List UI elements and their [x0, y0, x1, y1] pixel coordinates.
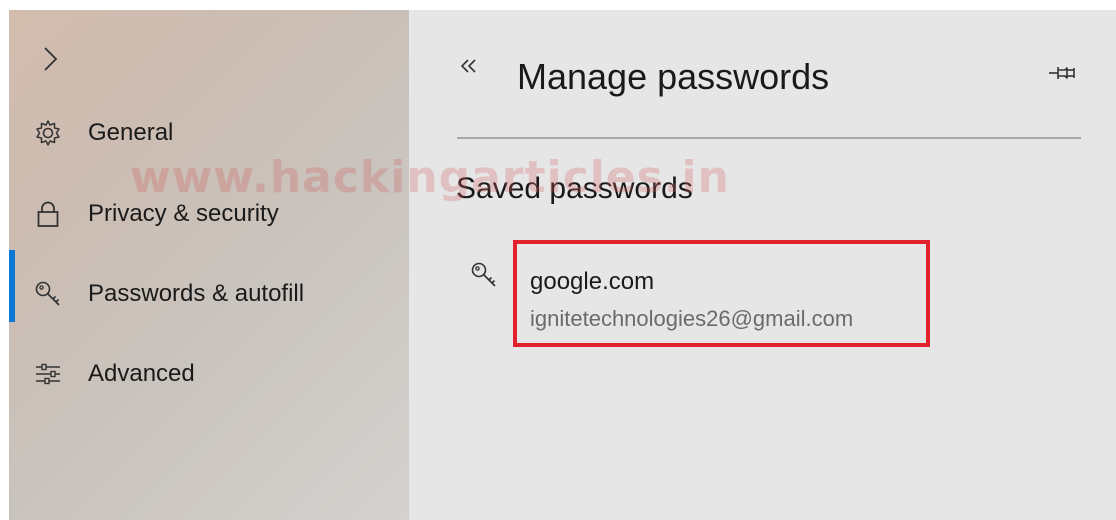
back-button[interactable]: [457, 52, 481, 80]
active-indicator: [9, 250, 15, 322]
sidebar-item-label: General: [88, 119, 174, 146]
manage-passwords-panel: Manage passwords Saved passwords google.…: [409, 10, 1116, 520]
saved-passwords-heading: Saved passwords: [456, 172, 693, 205]
pin-button[interactable]: [1045, 60, 1079, 86]
double-chevron-left-icon: [460, 59, 476, 73]
sidebar-item-label: Advanced: [88, 360, 195, 387]
key-icon: [469, 260, 499, 290]
sidebar-item-label: Passwords & autofill: [88, 280, 305, 307]
highlight-annotation-box: [513, 240, 930, 347]
sidebar-item-general[interactable]: General: [9, 102, 409, 162]
sidebar: General Privacy & security Passwords & a: [9, 10, 409, 520]
key-icon: [33, 279, 63, 309]
gear-icon: [33, 118, 63, 148]
sidebar-item-privacy-security[interactable]: Privacy & security: [9, 183, 409, 243]
page-title: Manage passwords: [517, 56, 830, 97]
chevron-right-icon: [44, 47, 58, 71]
header-divider: [457, 137, 1081, 139]
pin-icon: [1049, 67, 1075, 79]
expand-chevron-button[interactable]: [37, 44, 63, 74]
settings-window: General Privacy & security Passwords & a: [0, 0, 1116, 520]
sidebar-item-passwords-autofill[interactable]: Passwords & autofill: [9, 250, 409, 323]
lock-icon: [33, 199, 63, 229]
sidebar-item-label: Privacy & security: [88, 200, 279, 227]
sidebar-item-advanced[interactable]: Advanced: [9, 343, 409, 403]
sliders-icon: [33, 359, 63, 389]
